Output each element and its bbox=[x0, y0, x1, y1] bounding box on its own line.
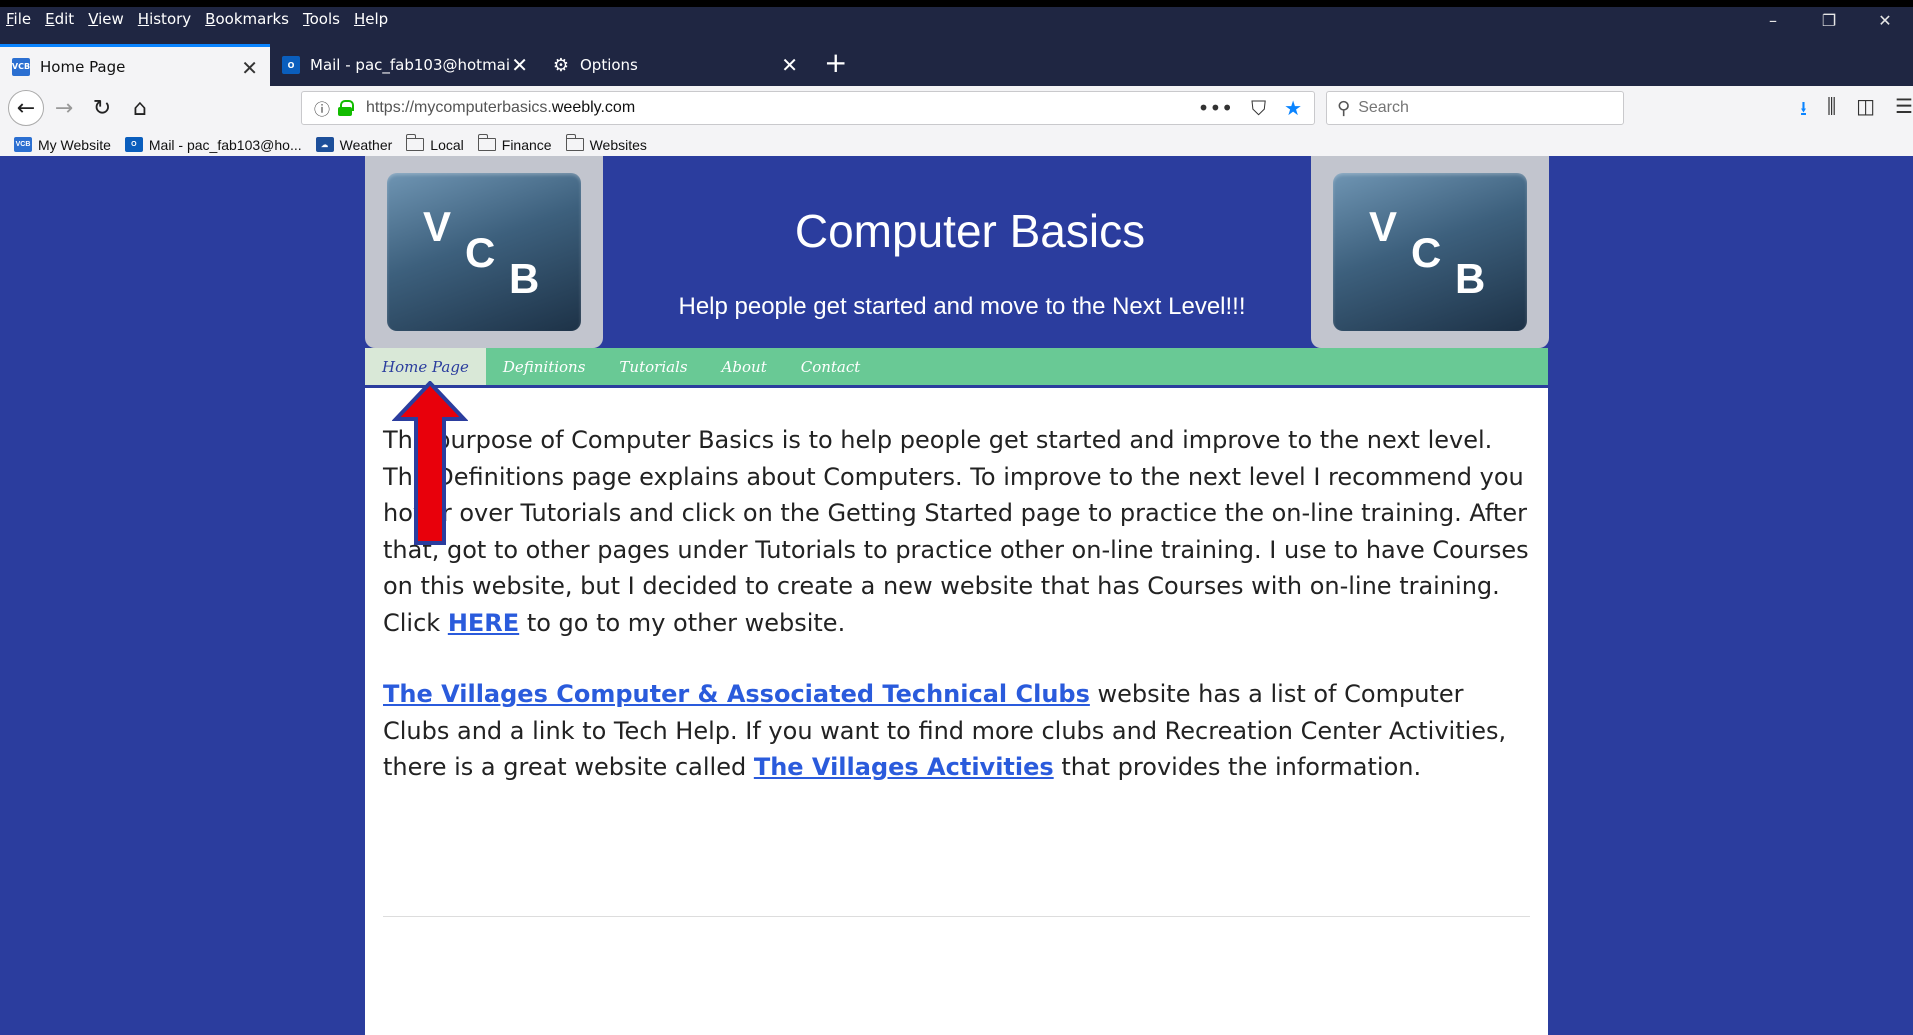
here-link[interactable]: HERE bbox=[448, 609, 519, 637]
bookmark-label: My Website bbox=[38, 136, 111, 153]
toolbar-icons: ⭳ ⫼ ◫ ☰ bbox=[1800, 94, 1913, 128]
logo-letter: B bbox=[1455, 255, 1486, 302]
site-navigation: Home Page Definitions Tutorials About Co… bbox=[365, 348, 1548, 388]
site-container: V C B Computer Basics Help people get st… bbox=[365, 156, 1549, 1035]
search-input[interactable] bbox=[1358, 99, 1599, 117]
tab-label: Mail - pac_fab103@hotmail.co bbox=[310, 56, 510, 74]
logo-letter: C bbox=[1411, 229, 1442, 276]
folder-icon bbox=[406, 134, 425, 151]
folder-icon bbox=[477, 134, 496, 151]
vcb-favicon: VCB bbox=[14, 137, 32, 152]
logo-letter: V bbox=[423, 203, 452, 250]
close-icon[interactable]: ✕ bbox=[781, 53, 798, 77]
tab-label: Home Page bbox=[40, 57, 126, 76]
logo-letter: B bbox=[509, 255, 540, 302]
vcb-logo-tile: V C B bbox=[387, 173, 581, 331]
vcb-favicon: VCB bbox=[12, 57, 30, 76]
new-tab-button[interactable]: + bbox=[824, 46, 847, 79]
villages-activities-link[interactable]: The Villages Activities bbox=[754, 753, 1054, 781]
bookmark-label: Websites bbox=[589, 136, 647, 153]
menu-view[interactable]: View bbox=[88, 10, 124, 28]
tab-options[interactable]: ⚙ Options ✕ bbox=[540, 44, 810, 86]
bookmark-mail[interactable]: O Mail - pac_fab103@ho... bbox=[124, 136, 302, 153]
window-controls: – ❐ ✕ bbox=[1745, 11, 1913, 30]
menu-items: File Edit View History Bookmarks Tools H… bbox=[6, 10, 388, 28]
restore-button[interactable]: ❐ bbox=[1801, 11, 1857, 30]
menu-history[interactable]: History bbox=[138, 10, 191, 28]
reload-button[interactable]: ↻ bbox=[86, 92, 118, 124]
bookmark-my-website[interactable]: VCB My Website bbox=[14, 137, 111, 153]
address-bar[interactable]: ⓘ https://mycomputerbasics.weebly.com ••… bbox=[301, 91, 1315, 125]
bookmark-websites[interactable]: Websites bbox=[565, 134, 647, 153]
site-header: V C B Computer Basics Help people get st… bbox=[365, 156, 1549, 348]
minimize-button[interactable]: – bbox=[1745, 11, 1801, 30]
nav-tutorials[interactable]: Tutorials bbox=[602, 348, 704, 385]
page-actions-icon[interactable]: ••• bbox=[1198, 96, 1233, 120]
logo-letter: V bbox=[1369, 203, 1398, 250]
close-icon[interactable]: ✕ bbox=[511, 53, 528, 77]
tab-label: Options bbox=[580, 56, 638, 74]
site-title: Computer Basics bbox=[794, 205, 1146, 257]
logo-left[interactable]: V C B bbox=[365, 156, 603, 348]
url-text[interactable]: https://mycomputerbasics.weebly.com bbox=[366, 99, 635, 117]
browser-chrome: File Edit View History Bookmarks Tools H… bbox=[0, 7, 1913, 160]
main-content: The purpose of Computer Basics is to hel… bbox=[383, 422, 1533, 821]
download-icon[interactable]: ⭳ bbox=[1800, 94, 1807, 128]
intro-paragraph: The purpose of Computer Basics is to hel… bbox=[383, 426, 1529, 637]
web-page: V C B Computer Basics Help people get st… bbox=[0, 156, 1913, 1035]
forward-button[interactable]: → bbox=[48, 92, 80, 124]
bookmark-weather[interactable]: ☁ Weather bbox=[315, 136, 393, 153]
address-bar-actions: ••• ⛉ ★ bbox=[1198, 96, 1302, 120]
navigation-toolbar: ← → ↻ ⌂ ⓘ https://mycomputerbasics.weebl… bbox=[0, 86, 1913, 130]
menu-bookmarks[interactable]: Bookmarks bbox=[205, 10, 289, 28]
bookmark-label: Weather bbox=[339, 136, 393, 153]
bookmark-label: Mail - pac_fab103@ho... bbox=[148, 136, 302, 153]
bookmark-label: Local bbox=[430, 136, 464, 153]
tab-mail[interactable]: O Mail - pac_fab103@hotmail.co ✕ bbox=[270, 44, 540, 86]
outlook-icon: O bbox=[124, 137, 143, 152]
nav-definitions[interactable]: Definitions bbox=[486, 348, 603, 385]
search-box[interactable]: ⚲ bbox=[1326, 91, 1624, 125]
search-icon: ⚲ bbox=[1337, 97, 1351, 119]
back-button[interactable]: ← bbox=[8, 90, 44, 126]
gear-icon: ⚙ bbox=[552, 54, 570, 76]
red-arrow-annotation bbox=[392, 381, 468, 545]
folder-icon bbox=[565, 134, 584, 151]
home-icon[interactable]: ⌂ bbox=[124, 92, 156, 124]
nav-home-page[interactable]: Home Page bbox=[365, 348, 486, 385]
weather-icon: ☁ bbox=[315, 137, 334, 152]
logo-right: V C B bbox=[1311, 156, 1549, 348]
site-tagline: Help people get started and move to the … bbox=[678, 293, 1246, 320]
tab-home-page[interactable]: VCB Home Page ✕ bbox=[0, 44, 270, 86]
bookmark-star-icon[interactable]: ★ bbox=[1284, 96, 1302, 120]
lock-icon bbox=[338, 100, 355, 116]
nav-about[interactable]: About bbox=[705, 348, 784, 385]
menu-help[interactable]: Help bbox=[354, 10, 388, 28]
nav-contact[interactable]: Contact bbox=[784, 348, 878, 385]
villages-clubs-link[interactable]: The Villages Computer & Associated Techn… bbox=[383, 680, 1090, 708]
pocket-icon[interactable]: ⛉ bbox=[1251, 96, 1266, 120]
bookmark-finance[interactable]: Finance bbox=[477, 134, 552, 153]
sidebar-icon[interactable]: ◫ bbox=[1856, 94, 1875, 128]
menu-tools[interactable]: Tools bbox=[303, 10, 340, 28]
bookmark-local[interactable]: Local bbox=[406, 134, 464, 153]
menu-file[interactable]: File bbox=[6, 10, 31, 28]
close-window-button[interactable]: ✕ bbox=[1857, 11, 1913, 30]
outlook-icon: O bbox=[282, 56, 300, 74]
clubs-paragraph: The Villages Computer & Associated Techn… bbox=[383, 680, 1507, 781]
bookmark-label: Finance bbox=[501, 136, 552, 153]
logo-letter: C bbox=[465, 229, 496, 276]
tab-bar: VCB Home Page ✕ O Mail - pac_fab103@hotm… bbox=[0, 44, 1913, 86]
library-icon[interactable]: ⫼ bbox=[1827, 94, 1836, 128]
close-icon[interactable]: ✕ bbox=[241, 56, 258, 80]
content-divider bbox=[383, 916, 1530, 917]
vcb-logo-tile: V C B bbox=[1333, 173, 1527, 331]
hamburger-menu-icon[interactable]: ☰ bbox=[1895, 94, 1913, 128]
info-icon[interactable]: ⓘ bbox=[314, 96, 330, 120]
menu-edit[interactable]: Edit bbox=[45, 10, 74, 28]
menu-bar: File Edit View History Bookmarks Tools H… bbox=[0, 7, 1913, 44]
